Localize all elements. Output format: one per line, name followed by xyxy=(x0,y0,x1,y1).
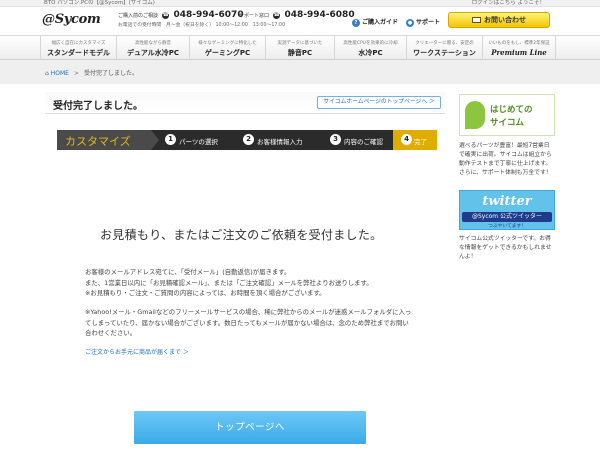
category-nav: 幅広く自在にカスタマイズ スタンダードモデル 高性能ながら静音 デュアル水冷PC… xyxy=(0,35,600,61)
site-header: @Sycom ご購入前のご相談 ☎ 048-994-6070 お電話での受付時間… xyxy=(0,7,600,35)
step-complete: 4 完了 xyxy=(393,130,437,150)
step-confirm: 3 内容のご確認 xyxy=(330,130,383,150)
nav-workstation[interactable]: クリエーターに贈る、安定の ワークステーション xyxy=(406,36,482,61)
nav-standard-model[interactable]: 幅広く自在にカスタマイズ スタンダードモデル xyxy=(40,36,116,61)
step-customize: カスタマイズ xyxy=(57,130,151,150)
purchase-guide-link[interactable]: ? ご購入ガイド xyxy=(352,17,398,27)
support-icon: ● xyxy=(406,18,414,27)
support-link[interactable]: ● サポート xyxy=(406,17,440,27)
envelope-icon xyxy=(472,17,481,23)
breadcrumb-current: 受付完了しました。 xyxy=(83,70,138,77)
order-phone-number: 048-994-6070 xyxy=(173,10,244,20)
phone-icon: ☎ xyxy=(273,11,281,19)
sycom-top-link[interactable]: サイコムホームページのトップページへ ＞ xyxy=(317,96,441,109)
guide-icon: ? xyxy=(352,18,360,27)
top-strip: BTO パソコン.PCの【@Sycom】(サイコム) ログインはこちら ようこそ… xyxy=(0,0,600,7)
sidebar-text-2: サイコム公式ツイッターです。お得な情報をゲットできるかもしれませんよ！ xyxy=(459,236,552,260)
breadcrumb-separator: > xyxy=(73,70,79,77)
completion-message: お見積もり、またはご注文のご依頼を受付ました。 xyxy=(100,228,383,242)
phone-icon: ☎ xyxy=(162,11,170,19)
freemail-notice: ※Yahoo!メール・Gmailなどのフリーメールサービスの場合、稀に弊社からの… xyxy=(85,308,412,337)
site-logo[interactable]: @Sycom xyxy=(42,12,101,27)
main-content: 受付完了しました。 サイコムホームページのトップページへ ＞ カスタマイズ 1パ… xyxy=(45,84,445,473)
site-tagline: BTO パソコン.PCの【@Sycom】(サイコム) xyxy=(44,0,155,6)
twitter-logo: twitter xyxy=(482,194,532,209)
step-parts: 1 パーツの選択 xyxy=(165,130,218,150)
support-phone: サポート窓口 ☎ 048-994-6080 xyxy=(239,10,355,20)
nav-dual-water-pc[interactable]: 高性能ながら静音 デュアル水冷PC xyxy=(116,36,189,61)
breadcrumb-bar: ⌂ HOME > 受付完了しました。 xyxy=(0,60,600,84)
breadcrumb-home[interactable]: HOME xyxy=(51,70,69,77)
support-phone-label: サポート窓口 xyxy=(239,12,270,19)
title-row: 受付完了しました。 サイコムホームページのトップページへ ＞ xyxy=(45,92,445,114)
step-customer-info: 2 お客様情報入力 xyxy=(243,130,303,150)
delivery-flow-link[interactable]: ご注文からお手元に商品が届くまで ＞ xyxy=(85,347,189,356)
order-phone-label: ご購入前のご相談 xyxy=(118,12,159,19)
breadcrumb: ⌂ HOME > 受付完了しました。 xyxy=(45,68,138,77)
info-paragraph: お客様のメールアドレス宛てに、「受付メール」(自動返信)が届きます。 また、1営… xyxy=(85,268,373,297)
contact-button[interactable]: お問い合わせ xyxy=(448,12,550,28)
order-steps: カスタマイズ 1 パーツの選択 2 お客様情報入力 3 内容のご確認 4 完了 xyxy=(57,130,437,150)
page-title: 受付完了しました。 xyxy=(53,101,143,112)
leaf-icon xyxy=(465,101,485,129)
top-page-button[interactable]: トップページへ xyxy=(134,411,366,444)
login-link[interactable]: ログインはこちら ようこそ！ xyxy=(472,0,545,7)
phone-hours: お電話での受付時間 月〜金（祝日を除く） 10:00〜12:00 13:00〜1… xyxy=(118,23,286,28)
nav-silent-pc[interactable]: 実測データに基づいた 静音PC xyxy=(265,36,334,61)
beginner-banner[interactable]: はじめての サイコム xyxy=(459,94,555,136)
nav-gaming-pc[interactable]: 様々なゲーミングに特化した ゲーミングPC xyxy=(189,36,265,61)
step-arrow xyxy=(151,130,159,150)
support-phone-number: 048-994-6080 xyxy=(284,10,355,20)
twitter-banner[interactable]: twitter @Sycom 公式ツイッター つぶやいてます！ xyxy=(459,190,555,230)
sidebar-text-1: 選べるパーツが豊富！最短7営業日で確実に出荷。サイコムは組立から動作テストまで丁… xyxy=(459,143,552,176)
nav-water-pc[interactable]: 高性能CPUを効果的に冷却 水冷PC xyxy=(334,36,406,61)
nav-premium-line[interactable]: いいものをもし、標準2年保証 Premium Line xyxy=(482,36,556,61)
